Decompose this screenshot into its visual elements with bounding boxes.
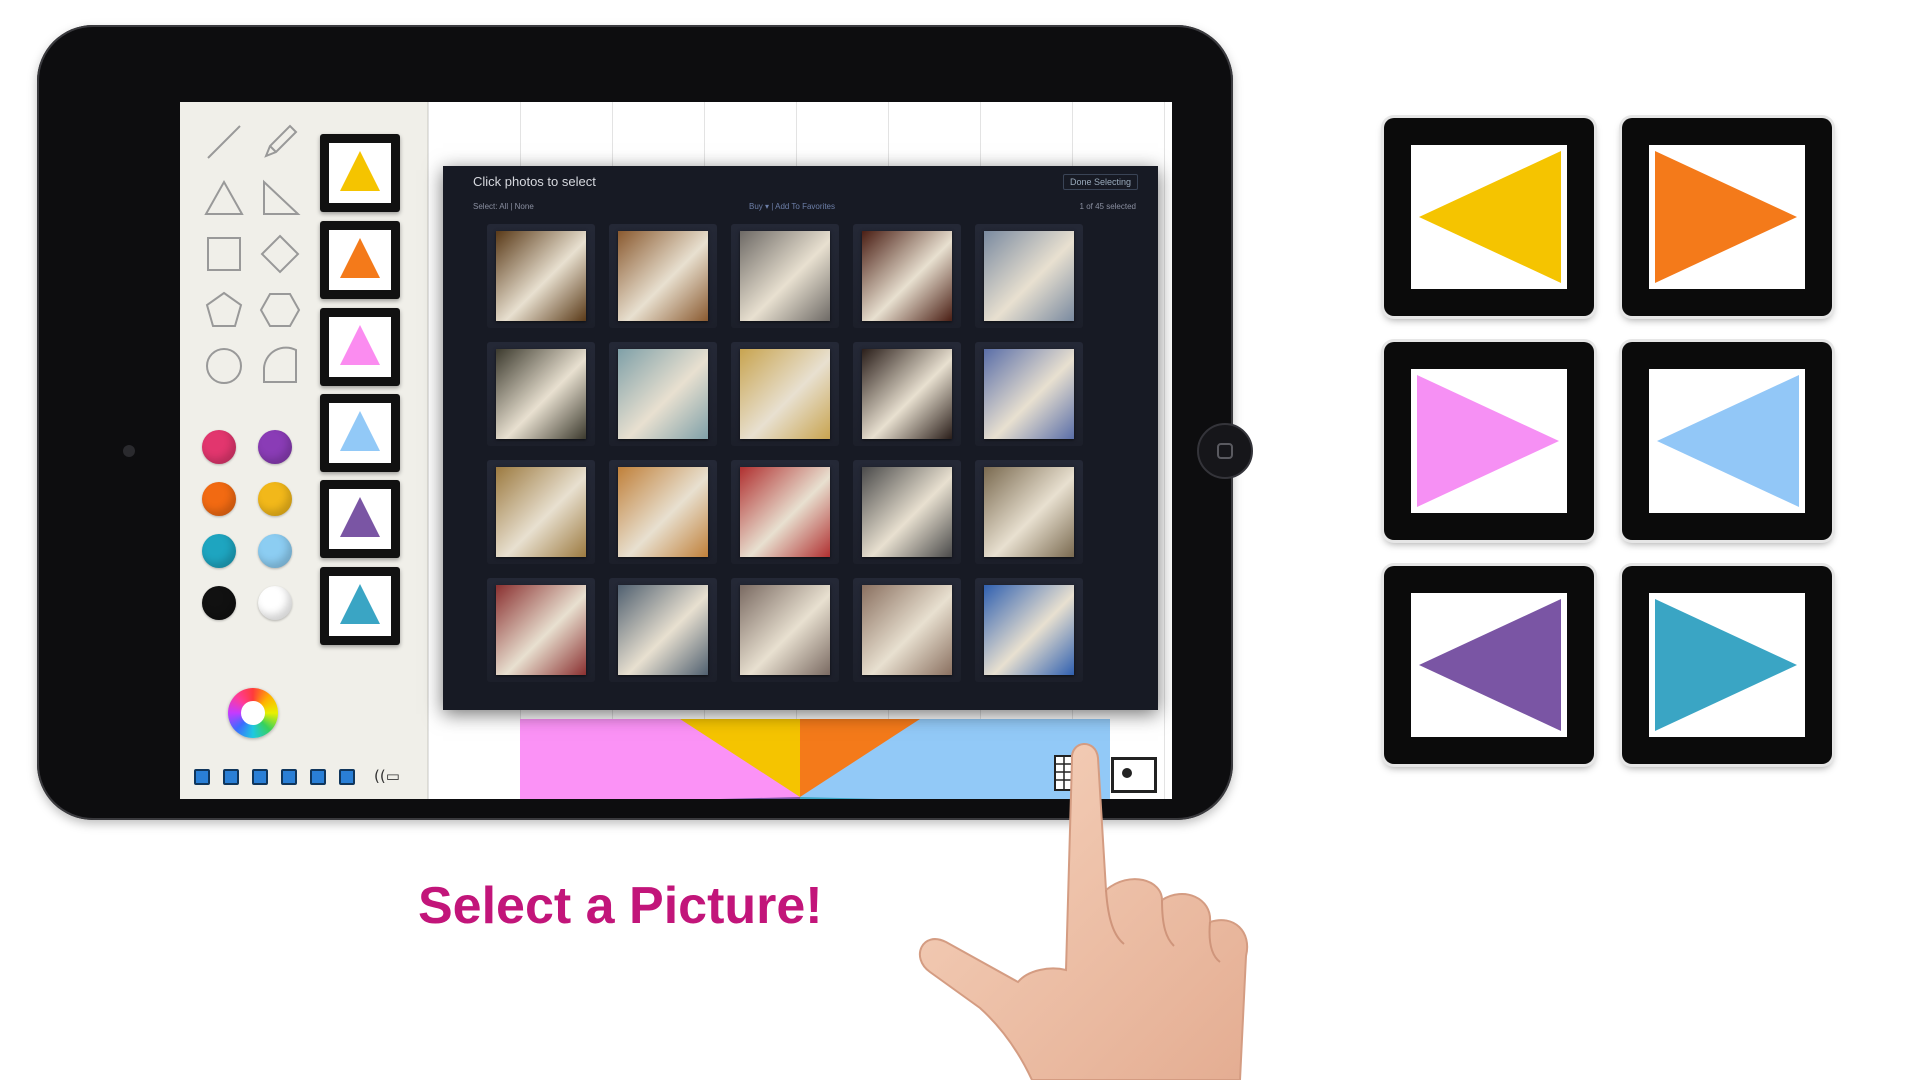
triangle-stamp-button[interactable]	[320, 480, 400, 558]
triangle-stamp-button[interactable]	[320, 567, 400, 645]
color-swatch-white[interactable]	[258, 586, 292, 620]
photo-thumbnail[interactable]	[731, 460, 839, 564]
broadcast-icon[interactable]: ((▭	[374, 767, 400, 785]
photo-thumbnail[interactable]	[487, 224, 595, 328]
photo-image	[862, 349, 952, 439]
photo-image	[740, 231, 830, 321]
triangle-tool-icon[interactable]	[202, 176, 246, 220]
photo-thumbnail[interactable]	[853, 342, 961, 446]
photo-thumbnail[interactable]	[975, 578, 1083, 682]
pentagon-tool-icon[interactable]	[202, 288, 246, 332]
photo-thumbnail[interactable]	[853, 578, 961, 682]
photo-picker-dialog: Click photos to select Done Selecting Se…	[443, 166, 1158, 710]
photo-thumbnail[interactable]	[853, 460, 961, 564]
pencil-tool-icon[interactable]	[258, 120, 302, 164]
buy-favorites-links[interactable]: Buy ▾ | Add To Favorites	[749, 202, 835, 211]
photo-image	[984, 467, 1074, 557]
arrow-card-right[interactable]	[1622, 118, 1832, 316]
color-swatch-yellow[interactable]	[258, 482, 292, 516]
picker-title: Click photos to select	[473, 174, 596, 189]
photo-image	[496, 349, 586, 439]
photo-thumbnail[interactable]	[731, 224, 839, 328]
photo-thumbnail[interactable]	[853, 224, 961, 328]
photo-thumbnail[interactable]	[609, 578, 717, 682]
color-swatch-purple[interactable]	[258, 430, 292, 464]
color-wheel-icon[interactable]	[228, 688, 278, 738]
arrow-card-left[interactable]	[1384, 566, 1594, 764]
triangle-stamp-button[interactable]	[320, 221, 400, 299]
select-all-none-links[interactable]: Select: All | None	[473, 202, 534, 211]
tool-panel: ((▭	[180, 102, 428, 799]
photo-thumbnail[interactable]	[487, 578, 595, 682]
square-tool-icon[interactable]	[202, 232, 246, 276]
photo-image	[740, 585, 830, 675]
done-selecting-button[interactable]: Done Selecting	[1062, 174, 1138, 190]
photo-image	[618, 467, 708, 557]
toolbar-square-button[interactable]	[339, 769, 355, 785]
photo-thumbnail[interactable]	[609, 342, 717, 446]
photo-image	[862, 231, 952, 321]
color-swatch-teal[interactable]	[202, 534, 236, 568]
photo-image	[496, 585, 586, 675]
photo-image	[984, 349, 1074, 439]
photo-image	[862, 467, 952, 557]
photo-thumbnail[interactable]	[609, 460, 717, 564]
color-swatch-black[interactable]	[202, 586, 236, 620]
right-triangle-tool-icon[interactable]	[258, 176, 302, 220]
toolbar-square-button[interactable]	[194, 769, 210, 785]
photo-thumbnail[interactable]	[731, 342, 839, 446]
toolbar-square-button[interactable]	[252, 769, 268, 785]
toolbar-square-button[interactable]	[281, 769, 297, 785]
photo-thumbnail[interactable]	[975, 342, 1083, 446]
triangle-stamp-button[interactable]	[320, 134, 400, 212]
front-camera	[123, 445, 135, 457]
home-button[interactable]	[1197, 423, 1253, 479]
photo-image	[496, 467, 586, 557]
toolbar-square-button[interactable]	[310, 769, 326, 785]
photo-image	[740, 349, 830, 439]
arrow-card-left[interactable]	[1384, 118, 1594, 316]
tablet-device: ((▭ Click photos to select Done Selectin…	[37, 25, 1253, 820]
arrow-card-right[interactable]	[1622, 566, 1832, 764]
color-swatch-pink[interactable]	[202, 430, 236, 464]
photo-thumbnail[interactable]	[975, 460, 1083, 564]
photo-thumbnail[interactable]	[975, 224, 1083, 328]
toolbar-square-button[interactable]	[223, 769, 239, 785]
photo-thumbnail[interactable]	[487, 460, 595, 564]
arrow-card-left[interactable]	[1622, 342, 1832, 540]
photo-image	[618, 231, 708, 321]
select-picture-caption: Select a Picture!	[418, 877, 823, 935]
diamond-tool-icon[interactable]	[258, 232, 302, 276]
photo-thumbnail[interactable]	[487, 342, 595, 446]
hexagon-tool-icon[interactable]	[258, 288, 302, 332]
triangle-stamp-button[interactable]	[320, 394, 400, 472]
photo-image	[984, 231, 1074, 321]
circle-tool-icon[interactable]	[202, 344, 246, 388]
photo-thumbnail[interactable]	[609, 224, 717, 328]
tablet-screen: ((▭ Click photos to select Done Selectin…	[180, 102, 1172, 799]
photo-image	[740, 467, 830, 557]
photo-thumbnail[interactable]	[731, 578, 839, 682]
line-tool-icon[interactable]	[202, 120, 246, 164]
photo-image	[862, 585, 952, 675]
photo-image	[496, 231, 586, 321]
photo-image	[618, 349, 708, 439]
photo-image	[618, 585, 708, 675]
triangle-stamp-button[interactable]	[320, 308, 400, 386]
color-swatch-light-blue[interactable]	[258, 534, 292, 568]
selection-count: 1 of 45 selected	[1079, 202, 1136, 211]
arrow-card-right[interactable]	[1384, 342, 1594, 540]
quarter-circle-tool-icon[interactable]	[258, 344, 302, 388]
pointing-hand-image	[919, 743, 1249, 1080]
color-swatch-orange[interactable]	[202, 482, 236, 516]
photo-image	[984, 585, 1074, 675]
